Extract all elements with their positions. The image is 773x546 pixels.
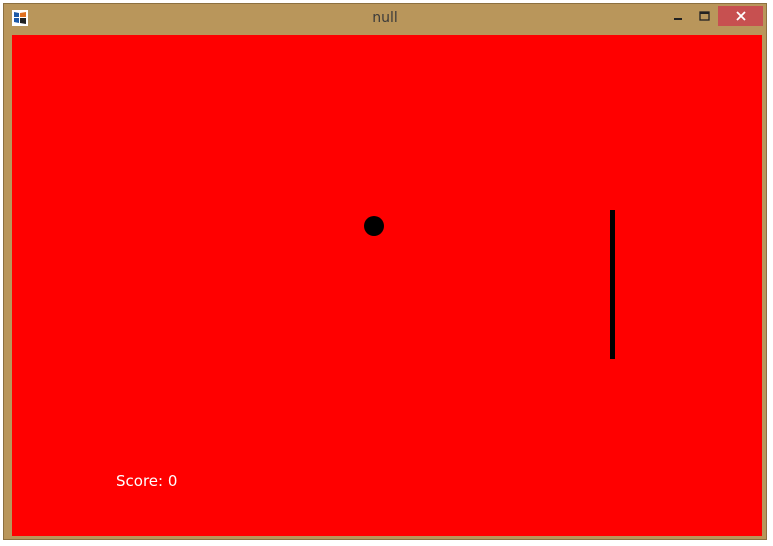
maximize-button[interactable] xyxy=(692,6,716,26)
minimize-icon xyxy=(674,18,682,20)
title-bar[interactable]: null xyxy=(4,4,766,34)
maximize-icon xyxy=(698,11,710,21)
paddle xyxy=(610,210,615,359)
score-value: 0 xyxy=(167,472,178,490)
close-icon xyxy=(735,11,746,21)
score-label: Score: xyxy=(116,472,164,490)
game-canvas[interactable]: Score: 0 xyxy=(12,35,762,536)
close-button[interactable] xyxy=(718,6,763,26)
window-title: null xyxy=(372,10,398,26)
score-display: Score: 0 xyxy=(116,472,177,490)
app-window: null Score: 0 xyxy=(3,3,767,540)
minimize-button[interactable] xyxy=(666,6,690,26)
ball xyxy=(364,216,384,236)
